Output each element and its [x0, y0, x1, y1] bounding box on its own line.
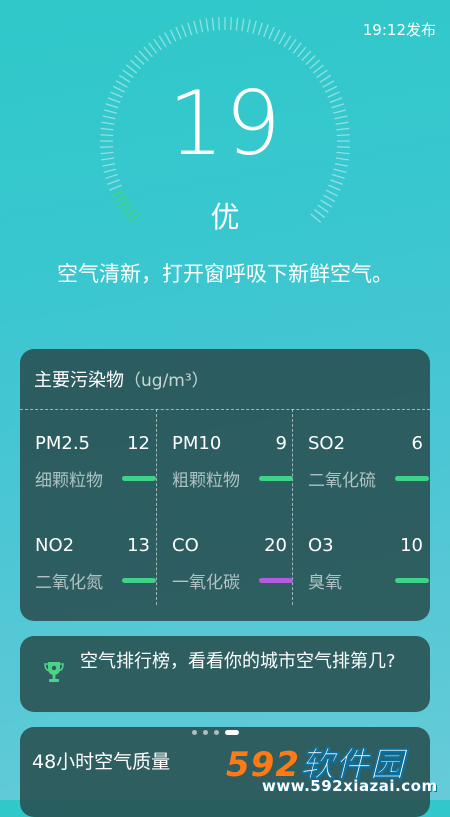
pollutant-cell-co[interactable]: CO 20 一氧化碳	[157, 512, 293, 607]
gauge-tick	[328, 185, 340, 190]
pollutant-level-bar	[395, 476, 429, 481]
pollutants-card: 主要污染物（ug/m³） PM2.5 12 细颗粒物 PM10 9 粗颗粒物 S…	[20, 349, 430, 621]
gauge-tick	[154, 39, 161, 50]
pollutant-desc: 粗颗粒物	[172, 466, 240, 491]
gauge-tick	[330, 180, 342, 184]
gauge-tick	[247, 20, 250, 33]
pollutant-level-bar	[259, 476, 293, 481]
air-ranking-card[interactable]: 空气排行榜，看看你的城市空气排第几?	[20, 636, 430, 712]
gauge-tick	[126, 65, 136, 73]
air-ranking-text: 空气排行榜，看看你的城市空气排第几?	[80, 650, 420, 674]
pollutants-title-text: 主要污染物	[34, 370, 124, 391]
pollutants-title: 主要污染物（ug/m³）	[34, 366, 209, 392]
watermark-logo: 592软件园 www.592xiazai.com	[222, 735, 448, 799]
gauge-tick	[165, 33, 171, 44]
gauge-tick	[334, 169, 347, 172]
watermark-url: www.592xiazai.com	[262, 777, 438, 795]
gauge-tick	[289, 39, 296, 50]
gauge-tick	[206, 18, 208, 31]
aqi-value: 19	[0, 80, 450, 168]
gauge-tick	[105, 175, 117, 179]
gauge-tick	[135, 56, 144, 65]
gauge-tick	[310, 60, 320, 69]
pollutant-value: 10	[400, 535, 423, 556]
gauge-tick	[253, 21, 256, 34]
gauge-tick	[200, 20, 203, 33]
pollutant-name: SO2	[308, 433, 345, 454]
trophy-icon	[44, 660, 64, 684]
gauge-tick	[107, 180, 119, 184]
pollutant-desc: 二氧化硫	[308, 466, 376, 491]
gauge-tick	[123, 70, 134, 77]
gauge-tick	[236, 18, 237, 31]
gauge-tick	[219, 17, 220, 30]
gauge-tick	[284, 36, 291, 47]
gauge-tick	[110, 185, 122, 190]
gauge-tick	[279, 33, 285, 44]
pollutant-level-bar	[122, 476, 156, 481]
gauge-tick	[159, 36, 166, 47]
pollutants-unit: （ug/m³）	[124, 371, 209, 391]
gauge-tick	[269, 27, 274, 39]
pollutant-value: 12	[127, 433, 150, 454]
pollutant-level-bar	[395, 578, 429, 583]
gauge-tick	[258, 23, 262, 35]
pollutant-name: CO	[172, 535, 199, 556]
gauge-tick	[194, 21, 197, 34]
forecast-48h-title: 48小时空气质量	[32, 747, 170, 774]
gauge-tick	[293, 43, 301, 53]
pollutant-value: 13	[127, 535, 150, 556]
gauge-tick	[231, 17, 232, 30]
gauge-tick	[144, 47, 152, 57]
gauge-tick	[149, 43, 157, 53]
gauge-tick	[274, 30, 280, 42]
pollutant-desc: 细颗粒物	[35, 466, 103, 491]
gauge-tick	[139, 51, 148, 60]
page-dot	[214, 730, 219, 735]
gauge-tick	[298, 47, 306, 57]
gauge-tick	[182, 25, 186, 37]
publish-time: 19:12发布	[363, 19, 436, 40]
pollutant-level-bar	[122, 578, 156, 583]
gauge-tick	[176, 27, 181, 39]
gauge-tick	[302, 51, 311, 60]
gauge-tick	[306, 56, 315, 65]
pollutant-name: O3	[308, 535, 334, 556]
pollutant-name: PM10	[172, 433, 221, 454]
pollutant-cell-pm10[interactable]: PM10 9 粗颗粒物	[157, 410, 293, 505]
pollutant-value: 9	[276, 433, 287, 454]
page-dot	[203, 730, 208, 735]
pollutant-value: 6	[412, 433, 423, 454]
pollutant-desc: 一氧化碳	[172, 568, 240, 593]
gauge-tick	[264, 25, 268, 37]
pollutant-desc: 二氧化氮	[35, 568, 103, 593]
gauge-tick	[170, 30, 176, 42]
gauge-tick	[313, 65, 323, 73]
pollutant-name: PM2.5	[35, 433, 90, 454]
pollutant-cell-pm25[interactable]: PM2.5 12 细颗粒物	[20, 410, 156, 505]
gauge-tick	[332, 175, 344, 179]
pollutant-value: 20	[264, 535, 287, 556]
pollutant-cell-o3[interactable]: O3 10 臭氧	[293, 512, 429, 607]
gauge-tick	[188, 23, 192, 35]
gauge-tick	[317, 70, 328, 77]
gauge-tick	[242, 18, 244, 31]
pollutant-desc: 臭氧	[308, 568, 342, 593]
pollutant-cell-no2[interactable]: NO2 13 二氧化氮	[20, 512, 156, 607]
gauge-tick	[131, 60, 141, 69]
gauge-tick	[104, 169, 117, 172]
pollutant-name: NO2	[35, 535, 74, 556]
aqi-description: 空气清新，打开窗呼吸下新鲜空气。	[50, 258, 400, 291]
page-dot	[192, 730, 197, 735]
gauge-tick	[212, 18, 213, 31]
aqi-level: 优	[0, 194, 450, 236]
pollutant-cell-so2[interactable]: SO2 6 二氧化硫	[293, 410, 429, 505]
pollutant-level-bar	[259, 578, 293, 583]
